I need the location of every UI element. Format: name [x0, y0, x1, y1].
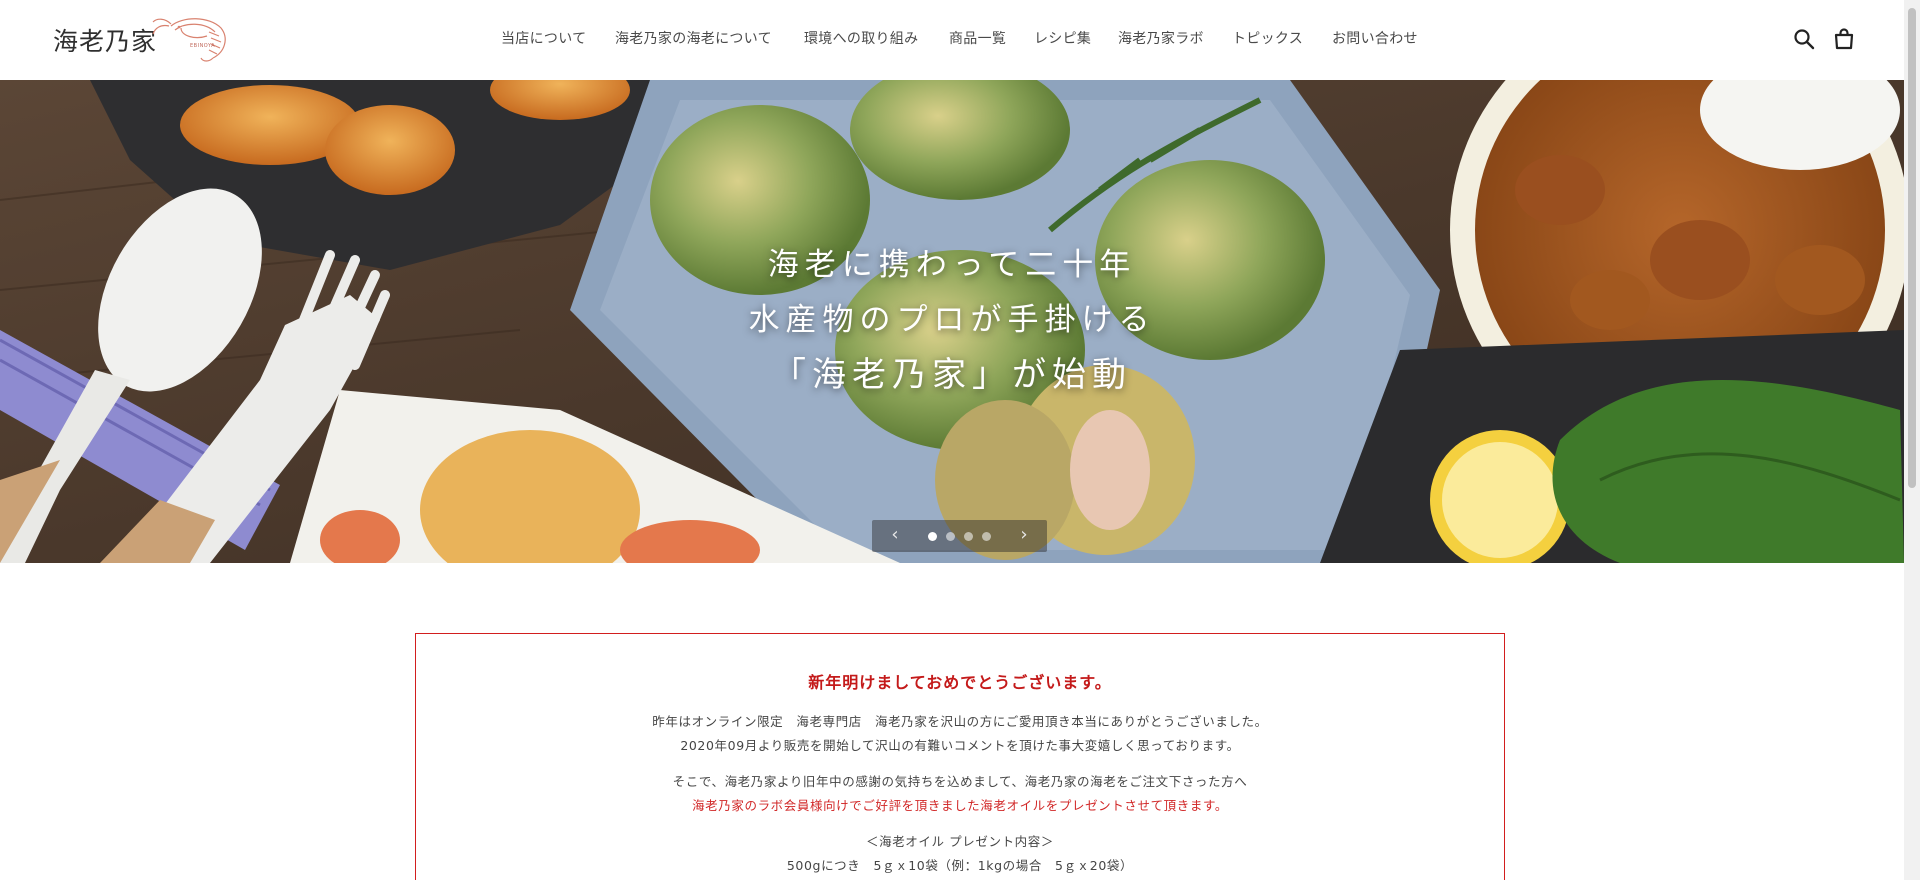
notice-line-2: 2020年09月より販売を開始して沢山の有難いコメントを頂けた事大変嬉しく思って… [680, 738, 1240, 753]
notice-line-6: 500gにつき 5ｇｘ10袋（例：1kgの場合 5ｇｘ20袋） [786, 858, 1134, 873]
nav-about[interactable]: 当店について [501, 28, 586, 48]
slide-dot-4[interactable] [982, 532, 991, 541]
nav-shrimp[interactable]: 海老乃家の海老について [615, 28, 772, 48]
hero-line-1: 海老に携わって二十年 [767, 247, 1137, 283]
hero-headline: 海老に携わって二十年 水産物のプロが手掛ける 「海老乃家」が始動 [0, 238, 1904, 403]
prev-slide-button[interactable]: ‹ [884, 524, 906, 545]
nav-contact[interactable]: お問い合わせ [1332, 28, 1418, 48]
notice-line-4: 海老乃家のラボ会員様向けでご好評を頂きました海老オイルをプレゼントさせて頂きます… [692, 798, 1228, 813]
main-nav: 当店について 海老乃家の海老について 環境への取り組み 商品一覧 レシピ集 海老… [0, 28, 1920, 48]
hero-slideshow: 海老に携わって二十年 水産物のプロが手掛ける 「海老乃家」が始動 ‹ › [0, 80, 1904, 563]
notice-line-5: ＜海老オイル プレゼント内容＞ [866, 834, 1054, 849]
new-year-notice: 新年明けましておめでとうございます。 昨年はオンライン限定 海老専門店 海老乃家… [415, 633, 1505, 880]
slide-dot-2[interactable] [946, 532, 955, 541]
nav-environment[interactable]: 環境への取り組み [804, 28, 918, 48]
notice-title: 新年明けましておめでとうございます。 [808, 673, 1112, 692]
nav-products[interactable]: 商品一覧 [949, 28, 1006, 48]
nav-recipes[interactable]: レシピ集 [1034, 28, 1091, 48]
next-slide-button[interactable]: › [1013, 524, 1035, 545]
page-scrollbar[interactable] [1904, 0, 1920, 880]
slide-dot-3[interactable] [964, 532, 973, 541]
scrollbar-thumb[interactable] [1908, 8, 1916, 488]
slide-dot-1[interactable] [928, 532, 937, 541]
site-header: 海老乃家 EBINOYA 当店について 海老乃家の海老について 環境への取り組み… [0, 0, 1920, 80]
slideshow-controls: ‹ › [872, 520, 1047, 552]
nav-lab[interactable]: 海老乃家ラボ [1118, 28, 1204, 48]
notice-line-3: そこで、海老乃家より旧年中の感謝の気持ちを込めまして、海老乃家の海老をご注文下さ… [672, 774, 1248, 789]
hero-line-2: 水産物のプロが手掛ける [748, 302, 1156, 338]
nav-topics[interactable]: トピックス [1232, 28, 1303, 48]
notice-line-1: 昨年はオンライン限定 海老専門店 海老乃家を沢山の方にご愛用頂き本当にありがとう… [652, 714, 1268, 729]
cart-icon[interactable] [1833, 28, 1855, 50]
hero-line-3: 「海老乃家」が始動 [772, 355, 1132, 395]
search-icon[interactable] [1793, 28, 1815, 50]
